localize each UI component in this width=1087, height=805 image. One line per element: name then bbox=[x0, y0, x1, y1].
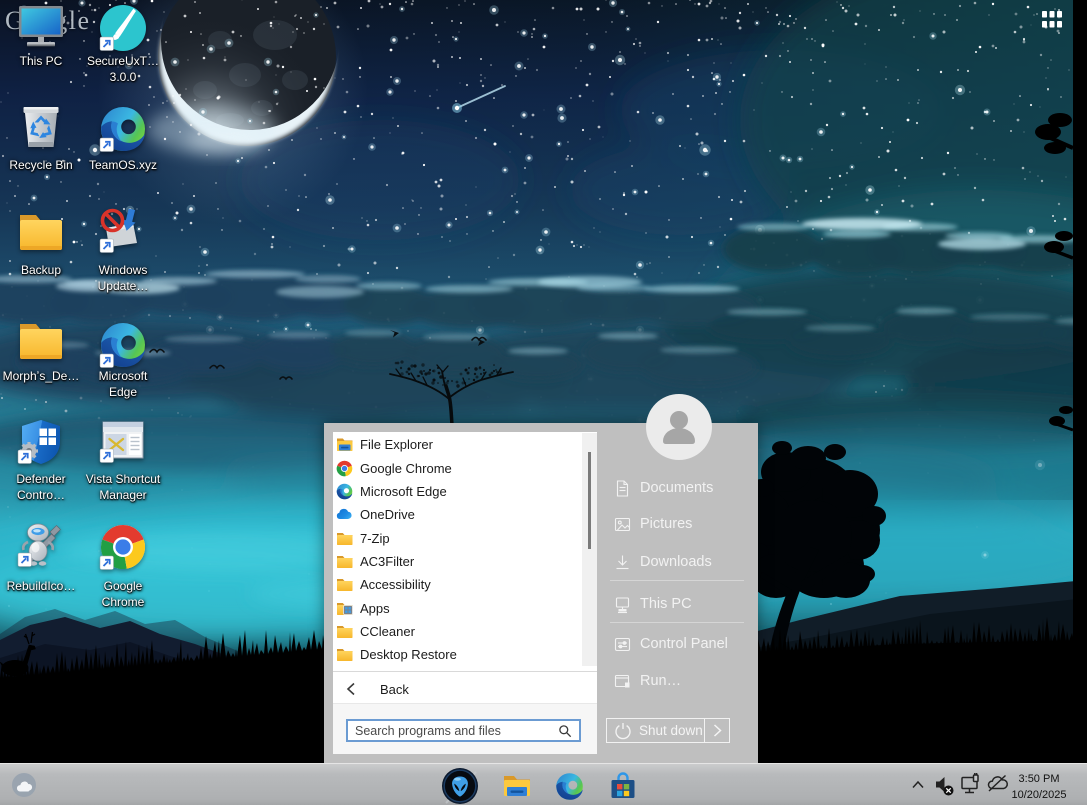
svg-text:3:50 PM: 3:50 PM bbox=[1019, 773, 1060, 785]
svg-text:10/20/2025: 10/20/2025 bbox=[1011, 789, 1066, 801]
